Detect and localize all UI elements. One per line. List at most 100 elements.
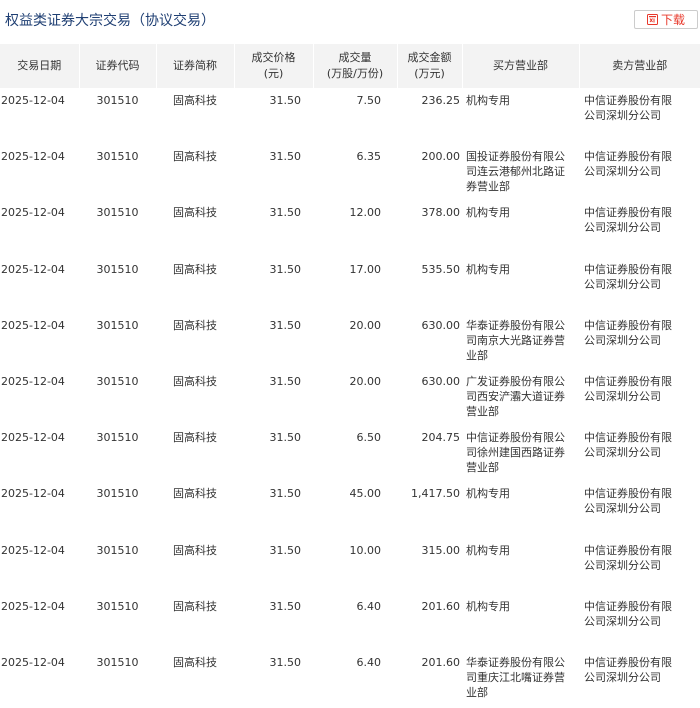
- cell-volume: 20.00: [349, 318, 382, 332]
- cell-buyer: 机构专用: [466, 543, 510, 557]
- table-row: 2025-12-04 301510 固高科技 31.50 10.00 315.00 机构专用…: [0, 538, 700, 594]
- cell-seller: 中信证券股份有限公司深圳分公司: [584, 374, 672, 403]
- cell-date: 2025-12-04: [1, 543, 65, 557]
- cell-amount: 201.60: [421, 655, 461, 669]
- cell-code: 301510: [96, 487, 139, 501]
- cell-price: 31.50: [269, 206, 302, 220]
- cell-code: 301510: [96, 431, 139, 445]
- cell-date: 2025-12-04: [1, 431, 65, 445]
- cell-volume: 6.50: [356, 431, 382, 445]
- table-row: 2025-12-04 301510 固高科技 31.50 20.00 630.00 华泰证券…: [0, 313, 700, 369]
- section-header: 权益类证券大宗交易（协议交易） 下载: [0, 0, 700, 40]
- cell-code: 301510: [96, 599, 139, 613]
- cell-date: 2025-12-04: [1, 206, 65, 220]
- cell-code: 301510: [96, 374, 139, 388]
- cell-name: 固高科技: [173, 487, 217, 501]
- cell-amount: 1,417.50: [411, 487, 460, 501]
- cell-date: 2025-12-04: [1, 150, 65, 164]
- cell-volume: 6.40: [356, 655, 382, 669]
- excel-download-icon: [646, 14, 658, 25]
- cell-code: 301510: [96, 262, 139, 276]
- cell-amount: 630.00: [421, 318, 461, 332]
- cell-name: 固高科技: [173, 543, 217, 557]
- cell-price: 31.50: [269, 655, 302, 669]
- cell-seller: 中信证券股份有限公司深圳分公司: [584, 599, 672, 628]
- table-row: 2025-12-04 301510 固高科技 31.50 12.00 378.00 机构专用…: [0, 200, 700, 256]
- cell-date: 2025-12-04: [1, 487, 65, 501]
- cell-amount: 378.00: [421, 206, 461, 220]
- column-header-buyer[interactable]: 买方营业部: [461, 44, 579, 88]
- table-row: 2025-12-04 301510 固高科技 31.50 45.00 1,417.50 机构…: [0, 481, 700, 537]
- cell-price: 31.50: [269, 318, 302, 332]
- cell-buyer: 华泰证券股份有限公司南京大光路证券营业部: [466, 318, 565, 362]
- cell-volume: 7.50: [356, 94, 382, 107]
- cell-code: 301510: [96, 150, 139, 164]
- cell-volume: 20.00: [349, 374, 382, 388]
- cell-amount: 200.00: [421, 150, 461, 164]
- cell-code: 301510: [96, 206, 139, 220]
- cell-buyer: 广发证券股份有限公司西安浐灞大道证券营业部: [466, 374, 565, 418]
- cell-amount: 204.75: [421, 431, 461, 445]
- column-header-price[interactable]: 成交价格 (元): [233, 44, 313, 88]
- cell-seller: 中信证券股份有限公司深圳分公司: [584, 431, 672, 460]
- column-header-volume[interactable]: 成交量 (万股/万份): [312, 44, 397, 88]
- cell-seller: 中信证券股份有限公司深圳分公司: [584, 262, 672, 291]
- cell-volume: 17.00: [349, 262, 382, 276]
- cell-buyer: 中信证券股份有限公司徐州建国西路证券营业部: [466, 431, 565, 475]
- cell-date: 2025-12-04: [1, 655, 65, 669]
- cell-buyer: 机构专用: [466, 262, 510, 276]
- cell-buyer: 华泰证券股份有限公司重庆江北嘴证券营业部: [466, 655, 565, 699]
- cell-seller: 中信证券股份有限公司深圳分公司: [584, 94, 672, 122]
- column-header-seller[interactable]: 卖方营业部: [578, 44, 700, 88]
- cell-date: 2025-12-04: [1, 262, 65, 276]
- column-header-date[interactable]: 交易日期: [0, 44, 79, 88]
- cell-name: 固高科技: [173, 374, 217, 388]
- cell-name: 固高科技: [173, 150, 217, 164]
- cell-date: 2025-12-04: [1, 94, 65, 107]
- cell-name: 固高科技: [173, 655, 217, 669]
- download-button[interactable]: 下载: [634, 10, 698, 29]
- cell-name: 固高科技: [173, 206, 217, 220]
- cell-seller: 中信证券股份有限公司深圳分公司: [584, 487, 672, 516]
- table-row: 2025-12-04 301510 固高科技 31.50 6.50 204.75 中信证券股…: [0, 425, 700, 481]
- cell-amount: 535.50: [421, 262, 461, 276]
- table-row: 2025-12-04 301510 固高科技 31.50 6.35 200.00 国投证券股…: [0, 144, 700, 200]
- table-body: 2025-12-04 301510 固高科技 31.50 7.50 236.25 机构专用中…: [0, 88, 700, 706]
- cell-name: 固高科技: [173, 262, 217, 276]
- cell-buyer: 国投证券股份有限公司连云港郁州北路证券营业部: [466, 150, 565, 194]
- cell-buyer: 机构专用: [466, 599, 510, 613]
- cell-date: 2025-12-04: [1, 318, 65, 332]
- cell-code: 301510: [96, 543, 139, 557]
- column-header-name[interactable]: 证券简称: [155, 44, 234, 88]
- cell-amount: 630.00: [421, 374, 461, 388]
- column-header-code[interactable]: 证券代码: [78, 44, 156, 88]
- cell-volume: 6.40: [356, 599, 382, 613]
- cell-buyer: 机构专用: [466, 487, 510, 501]
- cell-price: 31.50: [269, 431, 302, 445]
- block-trade-table: 交易日期 证券代码 证券简称 成交价格 (元) 成交量 (万股/万份) 成交金额 (万…: [0, 44, 700, 706]
- cell-seller: 中信证券股份有限公司深圳分公司: [584, 655, 672, 684]
- table-row: 2025-12-04 301510 固高科技 31.50 7.50 236.25 机构专用 中…: [0, 88, 700, 144]
- cell-name: 固高科技: [173, 318, 217, 332]
- cell-price: 31.50: [269, 487, 302, 501]
- cell-code: 301510: [96, 655, 139, 669]
- cell-volume: 45.00: [349, 487, 382, 501]
- cell-volume: 6.35: [356, 150, 382, 164]
- cell-price: 31.50: [269, 94, 302, 107]
- cell-seller: 中信证券股份有限公司深圳分公司: [584, 150, 672, 179]
- cell-price: 31.50: [269, 262, 302, 276]
- cell-buyer: 机构专用: [466, 94, 510, 107]
- cell-buyer: 机构专用: [466, 206, 510, 220]
- table-row: 2025-12-04 301510 固高科技 31.50 6.40 201.60 华泰证券股…: [0, 650, 700, 706]
- table-header-row: 交易日期 证券代码 证券简称 成交价格 (元) 成交量 (万股/万份) 成交金额 (万…: [0, 44, 700, 88]
- cell-amount: 201.60: [421, 599, 461, 613]
- download-label: 下载: [660, 13, 685, 27]
- cell-name: 固高科技: [173, 94, 217, 107]
- cell-price: 31.50: [269, 599, 302, 613]
- column-header-amount[interactable]: 成交金额 (万元): [396, 44, 462, 88]
- cell-date: 2025-12-04: [1, 599, 65, 613]
- cell-amount: 315.00: [421, 543, 461, 557]
- cell-seller: 中信证券股份有限公司深圳分公司: [584, 543, 672, 572]
- cell-price: 31.50: [269, 543, 302, 557]
- cell-date: 2025-12-04: [1, 374, 65, 388]
